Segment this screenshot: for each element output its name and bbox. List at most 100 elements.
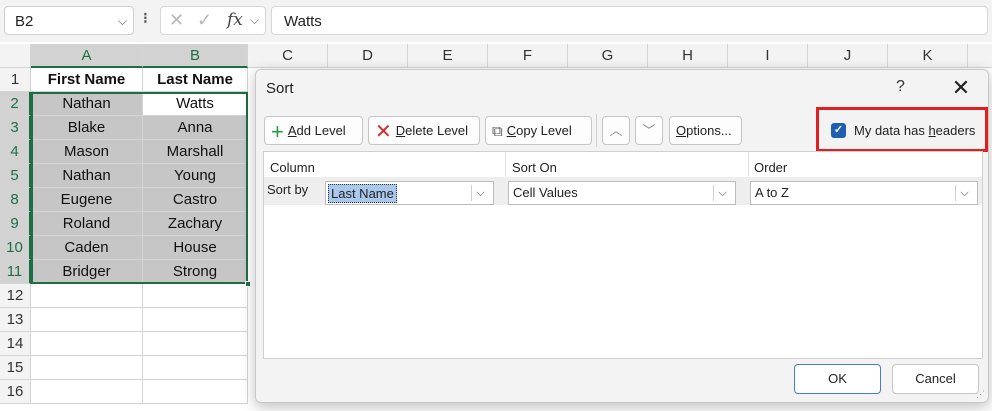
- row-header[interactable]: 14: [0, 332, 31, 356]
- sort-column-select[interactable]: Last Name ⌵: [325, 181, 494, 205]
- copy-icon: ⧉: [492, 122, 503, 140]
- add-level-accel: A: [287, 123, 297, 138]
- cell-b12[interactable]: [143, 284, 248, 308]
- chevron-up-icon: ︿: [609, 123, 623, 138]
- formula-bar: B2 ⌵ ⁝ ✕ ✓ fx ⌵ Watts: [0, 0, 992, 42]
- cell-a16[interactable]: [31, 380, 143, 404]
- row-header[interactable]: 15: [0, 356, 31, 380]
- select-all-corner[interactable]: [0, 44, 31, 68]
- insert-function-icon[interactable]: fx: [227, 10, 243, 30]
- sort-levels-list: Column Sort On Order Sort by Last Name ⌵…: [263, 151, 983, 359]
- header-divider: [505, 152, 506, 176]
- cell-b2-active[interactable]: Watts: [143, 92, 248, 116]
- row-header[interactable]: 1: [0, 68, 31, 92]
- cell-b8[interactable]: Castro: [143, 188, 248, 212]
- formula-value: Watts: [284, 13, 322, 30]
- fill-handle[interactable]: [245, 281, 251, 287]
- cell-a8[interactable]: Eugene: [31, 188, 143, 212]
- cell-b9[interactable]: Zachary: [143, 212, 248, 236]
- column-header-f[interactable]: F: [488, 44, 568, 68]
- copy-level-button[interactable]: ⧉ Copy Level: [485, 116, 592, 145]
- cell-a3[interactable]: Blake: [31, 116, 143, 140]
- headers-checkbox-label[interactable]: My data has headers: [854, 123, 975, 138]
- column-header-i[interactable]: I: [728, 44, 808, 68]
- resize-grip-icon[interactable]: ⋰: [976, 389, 985, 400]
- row-header[interactable]: 4: [0, 140, 31, 164]
- cell-b13[interactable]: [143, 308, 248, 332]
- column-header-b[interactable]: B: [143, 44, 248, 68]
- cancel-entry-icon[interactable]: ✕: [169, 10, 184, 31]
- delete-level-button[interactable]: ✕ Delete Level: [368, 116, 480, 145]
- delete-level-accel: D: [395, 123, 406, 138]
- cell-b3[interactable]: Anna: [143, 116, 248, 140]
- cell-b14[interactable]: [143, 332, 248, 356]
- cell-a14[interactable]: [31, 332, 143, 356]
- column-header-j[interactable]: J: [808, 44, 888, 68]
- column-header-h[interactable]: H: [648, 44, 728, 68]
- more-options-icon[interactable]: ⁝: [143, 9, 148, 27]
- cell-a9[interactable]: Roland: [31, 212, 143, 236]
- cell-a11[interactable]: Bridger: [31, 260, 143, 284]
- options-button[interactable]: Options...: [669, 116, 742, 145]
- column-header-d[interactable]: D: [328, 44, 408, 68]
- cell-b5[interactable]: Young: [143, 164, 248, 188]
- cell-a1[interactable]: First Name: [31, 68, 143, 92]
- name-box[interactable]: B2 ⌵: [4, 6, 134, 35]
- row-header[interactable]: 5: [0, 164, 31, 188]
- row-header[interactable]: 2: [0, 92, 31, 116]
- order-select[interactable]: A to Z ⌵: [750, 181, 978, 205]
- sort-dialog: Sort ? ✕ + Add Level ✕ Delete Level ⧉ Copy …: [255, 69, 989, 403]
- formula-actions: ✕ ✓ fx ⌵: [160, 6, 266, 35]
- cell-b15[interactable]: [143, 356, 248, 380]
- ok-button[interactable]: OK: [794, 364, 881, 394]
- options-label: ptions...: [686, 123, 732, 138]
- formula-input[interactable]: Watts: [271, 6, 988, 35]
- row-header[interactable]: 12: [0, 284, 31, 308]
- column-header-c[interactable]: C: [248, 44, 328, 68]
- cell-b11[interactable]: Strong: [143, 260, 248, 284]
- cell-a10[interactable]: Caden: [31, 236, 143, 260]
- column-header-a[interactable]: A: [31, 44, 143, 68]
- copy-level-accel: C: [506, 123, 517, 138]
- column-header-g[interactable]: G: [568, 44, 648, 68]
- row-header[interactable]: 16: [0, 380, 31, 404]
- headers-checkbox[interactable]: ✓: [831, 123, 846, 138]
- row-header[interactable]: 13: [0, 308, 31, 332]
- add-level-button[interactable]: + Add Level: [264, 116, 363, 145]
- row-header[interactable]: 9: [0, 212, 31, 236]
- row-header[interactable]: 3: [0, 116, 31, 140]
- column-header-l[interactable]: [968, 44, 992, 68]
- headers-label-accel: h: [928, 123, 936, 138]
- options-accel: O: [676, 123, 687, 138]
- row-header[interactable]: 11: [0, 260, 31, 284]
- toolbar-divider: [596, 114, 597, 147]
- sort-on-select[interactable]: Cell Values ⌵: [508, 181, 736, 205]
- close-icon[interactable]: ✕: [946, 74, 976, 102]
- move-down-button[interactable]: ﹀: [635, 116, 663, 145]
- cell-b4[interactable]: Marshall: [143, 140, 248, 164]
- column-header-e[interactable]: E: [408, 44, 488, 68]
- cell-b16[interactable]: [143, 380, 248, 404]
- move-up-button[interactable]: ︿: [602, 116, 630, 145]
- name-box-value: B2: [15, 13, 34, 30]
- row-header[interactable]: 10: [0, 236, 31, 260]
- cell-a13[interactable]: [31, 308, 143, 332]
- row-header[interactable]: 8: [0, 188, 31, 212]
- cell-a4[interactable]: Mason: [31, 140, 143, 164]
- cell-a2[interactable]: Nathan: [31, 92, 143, 116]
- cell-a15[interactable]: [31, 356, 143, 380]
- cell-a12[interactable]: [31, 284, 143, 308]
- chevron-down-icon[interactable]: ⌵: [250, 13, 259, 28]
- chevron-down-icon: ⌵: [471, 185, 489, 201]
- column-header-k[interactable]: K: [888, 44, 968, 68]
- cancel-button[interactable]: Cancel: [892, 364, 979, 394]
- cell-b1[interactable]: Last Name: [143, 68, 248, 92]
- chevron-down-icon[interactable]: ⌵: [118, 14, 127, 29]
- chevron-down-icon: ⌵: [713, 185, 731, 201]
- header-divider: [748, 152, 749, 176]
- copy-level-label: opy Level: [516, 123, 572, 138]
- help-icon[interactable]: ?: [896, 78, 905, 96]
- cell-b10[interactable]: House: [143, 236, 248, 260]
- confirm-entry-icon[interactable]: ✓: [197, 10, 212, 31]
- cell-a5[interactable]: Nathan: [31, 164, 143, 188]
